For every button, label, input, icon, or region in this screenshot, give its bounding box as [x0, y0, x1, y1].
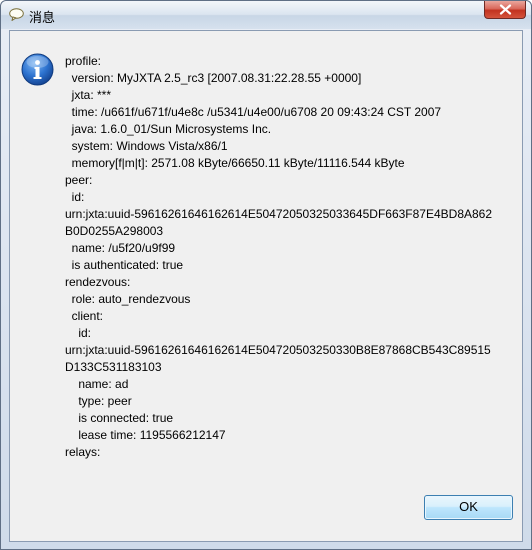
message-line: relays: — [65, 445, 101, 459]
message-line: memory[f|m|t]: 2571.08 kByte/66650.11 kB… — [65, 156, 405, 170]
message-line: time: /u661f/u671f/u4e8c /u5341/u4e00/u6… — [65, 105, 442, 119]
message-line: version: MyJXTA 2.5_rc3 [2007.08.31:22.2… — [65, 71, 362, 85]
message-line: name: ad — [65, 377, 129, 391]
message-line: name: /u5f20/u9f99 — [65, 241, 176, 255]
info-icon — [21, 53, 54, 86]
message-line: system: Windows Vista/x86/1 — [65, 139, 228, 153]
speech-bubble-icon — [9, 8, 24, 21]
message-line: peer: — [65, 173, 93, 187]
message-line: is authenticated: true — [65, 258, 184, 272]
message-line: client: — [65, 309, 104, 323]
message-line: urn:jxta:uuid-59616261646162614E50472050… — [65, 207, 493, 221]
message-line: is connected: true — [65, 411, 174, 425]
message-line: java: 1.6.0_01/Sun Microsystems Inc. — [65, 122, 272, 136]
message-line: D133C531183103 — [65, 360, 162, 374]
message-line: B0D0255A298003 — [65, 224, 164, 238]
title-bar[interactable]: 消息 — [1, 1, 531, 29]
message-line: jxta: *** — [65, 88, 112, 102]
ok-button[interactable]: OK — [424, 495, 513, 520]
window-title: 消息 — [29, 10, 56, 25]
message-line: type: peer — [65, 394, 132, 408]
close-button[interactable] — [484, 1, 526, 19]
dialog-body: profile: version: MyJXTA 2.5_rc3 [2007.0… — [9, 30, 523, 542]
message-line: id: — [65, 190, 85, 204]
message-line: urn:jxta:uuid-59616261646162614E50472050… — [65, 343, 491, 357]
message-line: lease time: 1195566212147 — [65, 428, 226, 442]
message-line: id: — [65, 326, 92, 340]
close-icon — [499, 4, 512, 15]
message-text: profile: version: MyJXTA 2.5_rc3 [2007.0… — [65, 53, 520, 461]
message-line: role: auto_rendezvous — [65, 292, 191, 306]
message-dialog-window: 消息 profile: version: MyJXTA 2.5_rc3 [200… — [0, 0, 532, 550]
message-line: rendezvous: — [65, 275, 131, 289]
message-line: profile: — [65, 54, 102, 68]
